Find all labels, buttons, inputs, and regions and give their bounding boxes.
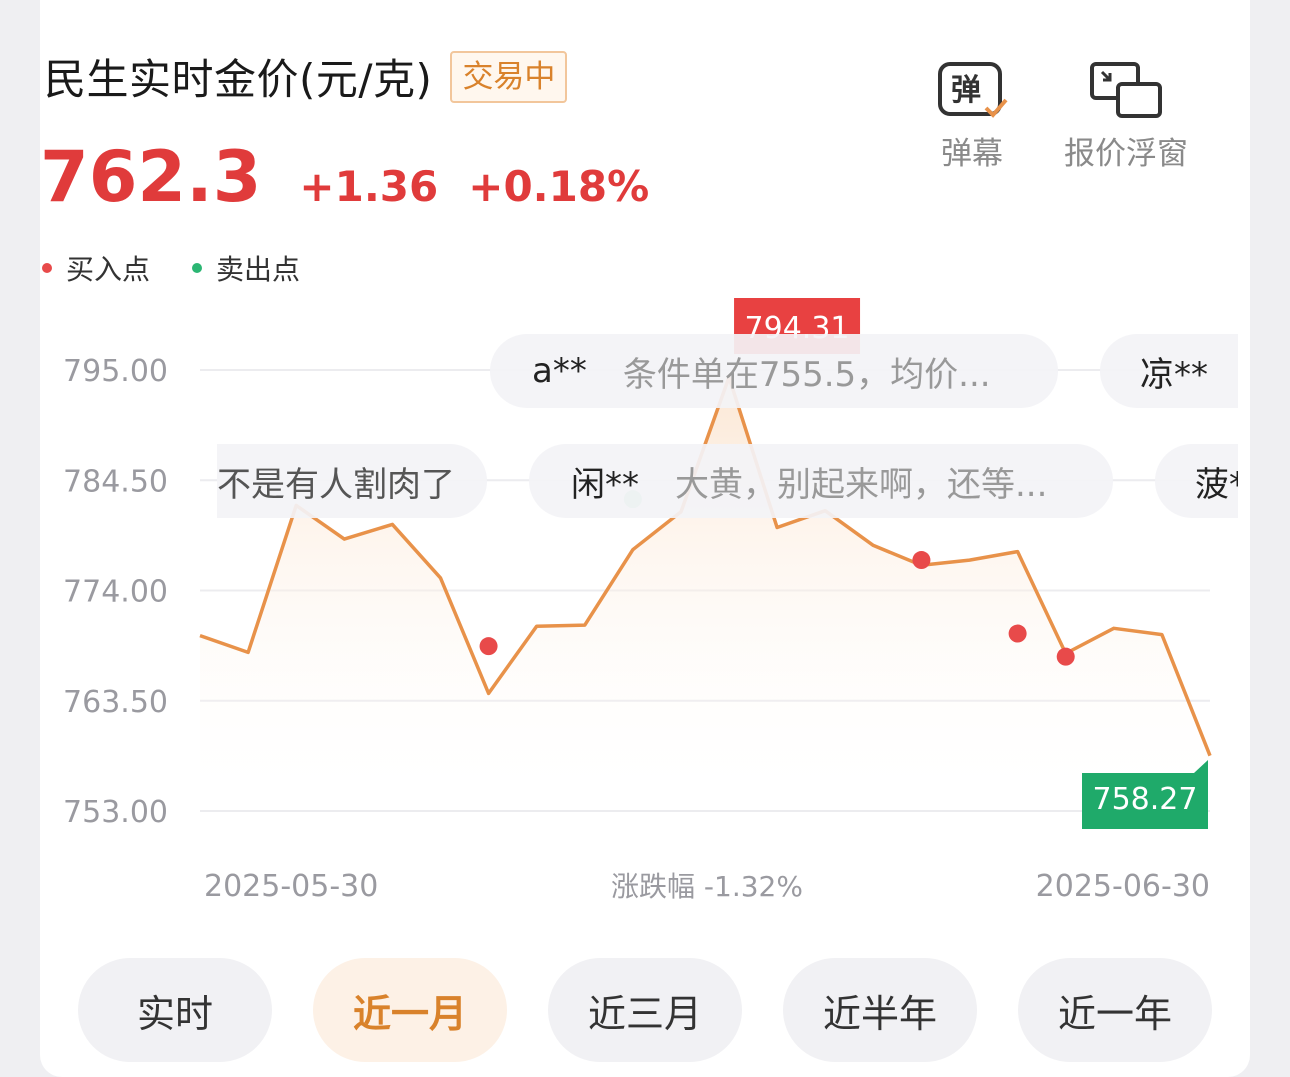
buy-point xyxy=(1056,647,1075,666)
tab-label: 近一年 xyxy=(1057,991,1172,1036)
tab-label: 实时 xyxy=(136,991,213,1036)
price-chart: 795.00784.50774.00763.50753.00794.31758.… xyxy=(63,298,1212,904)
buy-point xyxy=(479,637,498,656)
buy-point xyxy=(912,551,931,570)
tab-label: 近三月 xyxy=(587,991,702,1036)
min-label: 758.27 xyxy=(1093,782,1198,817)
danmaku-bubble: 不是有人割肉了 xyxy=(217,444,487,518)
range-tabs: 实时 近一月 近三月 近半年 近一年 xyxy=(78,958,1212,1062)
danmaku-message: 条件单在755.5，均价... xyxy=(622,354,991,395)
danmaku-message: 大黄，别起来啊，还等... xyxy=(675,464,1048,505)
y-tick-label: 784.50 xyxy=(63,464,168,499)
y-tick-label: 795.00 xyxy=(63,354,168,389)
danmaku-bubble: 凉** xyxy=(1100,334,1238,408)
tab-realtime[interactable]: 实时 xyxy=(78,958,272,1062)
tab-one-month[interactable]: 近一月 xyxy=(313,958,507,1062)
range-change-label: 涨跌幅 -1.32% xyxy=(611,870,803,903)
danmaku-user: 闲** xyxy=(571,464,639,505)
danmaku-user: 菠* xyxy=(1195,464,1238,505)
danmaku-user: a** xyxy=(532,351,587,391)
buy-point xyxy=(1008,624,1027,643)
tab-three-months[interactable]: 近三月 xyxy=(548,958,742,1062)
tab-half-year[interactable]: 近半年 xyxy=(783,958,977,1062)
x-start-label: 2025-05-30 xyxy=(204,869,378,904)
x-end-label: 2025-06-30 xyxy=(1036,869,1210,904)
tab-one-year[interactable]: 近一年 xyxy=(1018,958,1212,1062)
tab-label: 近半年 xyxy=(822,991,937,1036)
y-tick-label: 774.00 xyxy=(63,575,168,610)
danmaku-bubble: a** 条件单在755.5，均价... xyxy=(490,334,1058,408)
danmaku-message: 不是有人割肉了 xyxy=(217,464,455,505)
danmaku-bubble: 闲** 大黄，别起来啊，还等... xyxy=(529,444,1113,518)
y-tick-label: 763.50 xyxy=(63,685,168,720)
tab-label: 近一月 xyxy=(352,991,467,1036)
danmaku-user: 凉** xyxy=(1140,354,1208,395)
y-tick-label: 753.00 xyxy=(63,795,168,830)
danmaku-bubble: 菠* xyxy=(1155,444,1238,518)
